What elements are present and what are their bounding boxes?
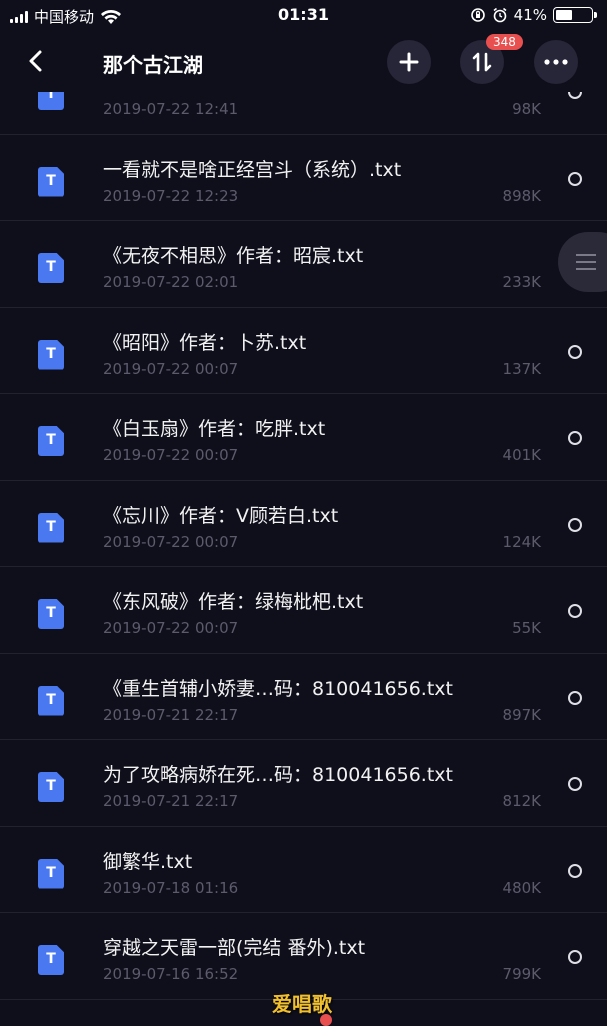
- file-date: 2019-07-22 02:01: [103, 273, 239, 291]
- file-row[interactable]: 一看就不是啥正经宫斗（系统）.txt 2019-07-22 12:23 898K: [0, 135, 607, 221]
- more-button[interactable]: [534, 40, 578, 84]
- select-radio[interactable]: [568, 777, 582, 791]
- file-size: 233K: [502, 273, 541, 291]
- file-name: 御繁华.txt: [103, 850, 193, 873]
- file-row[interactable]: 穿越之天雷一部(完结 番外).txt 2019-07-16 16:52 799K: [0, 913, 607, 1000]
- file-row[interactable]: 《重生首辅小娇妻…码：810041656.txt 2019-07-21 22:1…: [0, 654, 607, 740]
- transfer-button[interactable]: 348: [460, 34, 523, 84]
- file-name: 《白玉扇》作者：吃胖.txt: [103, 418, 326, 440]
- file-date: 2019-07-22 00:07: [103, 446, 239, 464]
- transfer-arrows-icon: [472, 52, 492, 72]
- battery-icon: [553, 7, 597, 23]
- file-row[interactable]: 《白玉扇》作者：吃胖.txt 2019-07-22 00:07 401K: [0, 394, 607, 481]
- file-date: 2019-07-22 12:41: [103, 100, 239, 118]
- file-row[interactable]: 《东风破》作者：绿梅枇杷.txt 2019-07-22 00:07 55K: [0, 567, 607, 654]
- text-file-icon: [38, 772, 64, 802]
- select-radio[interactable]: [568, 604, 582, 618]
- file-name: 《重生首辅小娇妻…码：810041656.txt: [103, 677, 453, 700]
- file-date: 2019-07-22 00:07: [103, 359, 239, 378]
- select-radio[interactable]: [568, 517, 582, 532]
- file-date: 2019-07-22 00:07: [103, 532, 239, 551]
- file-list: 2019-07-22 12:41 98K 一看就不是啥正经宫斗（系统）.txt …: [0, 48, 607, 1000]
- text-file-icon: [38, 253, 64, 283]
- select-radio[interactable]: [568, 690, 582, 705]
- text-file-icon: [38, 166, 64, 197]
- file-row[interactable]: 《昭阳》作者：卜苏.txt 2019-07-22 00:07 137K: [0, 308, 607, 394]
- text-file-icon: [38, 685, 64, 716]
- file-row[interactable]: 为了攻略病娇在死…码：810041656.txt 2019-07-21 22:1…: [0, 740, 607, 827]
- file-size: 137K: [502, 359, 541, 378]
- file-size: 55K: [512, 619, 541, 637]
- file-name: 为了攻略病娇在死…码：810041656.txt: [103, 764, 453, 786]
- file-date: 2019-07-18 01:16: [103, 878, 239, 897]
- select-radio[interactable]: [568, 171, 582, 186]
- select-radio[interactable]: [568, 431, 582, 445]
- file-row[interactable]: 《无夜不相思》作者：昭宸.txt 2019-07-22 02:01 233K: [0, 221, 607, 308]
- file-date: 2019-07-16 16:52: [103, 965, 239, 983]
- text-file-icon: [38, 512, 64, 543]
- watermark-text: 爱唱歌: [272, 992, 332, 1016]
- add-button[interactable]: [387, 40, 431, 84]
- file-size: 898K: [502, 186, 541, 205]
- file-size: 897K: [502, 705, 541, 724]
- file-date: 2019-07-21 22:17: [103, 705, 239, 724]
- file-date: 2019-07-21 22:17: [103, 792, 239, 810]
- status-bar: 中国移动 01:31 41%: [0, 0, 607, 32]
- file-name: 《无夜不相思》作者：昭宸.txt: [103, 245, 364, 267]
- plus-icon: [399, 52, 419, 72]
- file-name: 《忘川》作者：V顾若白.txt: [103, 504, 339, 527]
- file-size: 799K: [502, 965, 541, 983]
- more-dots-icon: [544, 59, 568, 65]
- rotation-lock-icon: [470, 8, 485, 22]
- file-name: 《昭阳》作者：卜苏.txt: [103, 331, 307, 354]
- file-size: 124K: [502, 532, 541, 551]
- page-title: 那个古江湖: [103, 53, 203, 77]
- file-name: 《东风破》作者：绿梅枇杷.txt: [103, 591, 364, 613]
- file-size: 812K: [502, 792, 541, 810]
- notification-dot: [320, 1014, 332, 1026]
- select-radio[interactable]: [568, 950, 582, 964]
- select-radio[interactable]: [568, 344, 582, 359]
- file-size: 480K: [502, 878, 541, 897]
- file-size: 401K: [502, 446, 541, 464]
- file-size: 98K: [512, 100, 541, 118]
- select-radio[interactable]: [568, 863, 582, 878]
- file-date: 2019-07-22 00:07: [103, 619, 239, 637]
- file-row[interactable]: 御繁华.txt 2019-07-18 01:16 480K: [0, 827, 607, 913]
- alarm-icon: [493, 7, 507, 23]
- text-file-icon: [38, 426, 64, 456]
- file-name: 穿越之天雷一部(完结 番外).txt: [103, 937, 366, 959]
- file-date: 2019-07-22 12:23: [103, 186, 239, 205]
- text-file-icon: [38, 945, 64, 975]
- text-file-icon: [38, 339, 64, 370]
- file-row[interactable]: 《忘川》作者：V顾若白.txt 2019-07-22 00:07 124K: [0, 481, 607, 567]
- text-file-icon: [38, 599, 64, 629]
- file-name: 一看就不是啥正经宫斗（系统）.txt: [103, 158, 402, 181]
- transfer-count-badge: 348: [486, 34, 523, 50]
- battery-percent: 41%: [513, 6, 547, 24]
- back-arrow-icon[interactable]: [22, 46, 52, 76]
- nav-bar: 那个古江湖 348: [0, 32, 607, 92]
- text-file-icon: [38, 858, 64, 889]
